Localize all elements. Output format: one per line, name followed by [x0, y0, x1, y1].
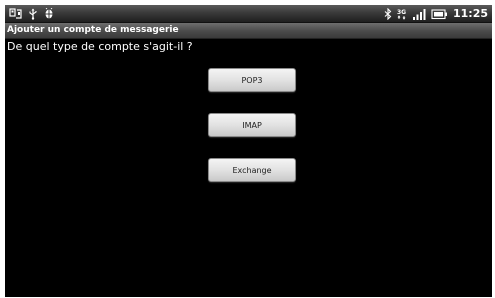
- 3g-signal-icon: 3G: [397, 8, 408, 20]
- system-icons: 3G 11:25: [384, 6, 488, 21]
- device-screen: 3G 11:25 Ajouter un compte de messagerie…: [5, 5, 492, 297]
- pop3-button[interactable]: POP3: [208, 68, 296, 92]
- signal-bars-icon: [412, 8, 426, 20]
- status-clock: 11:25: [452, 7, 488, 20]
- imap-button[interactable]: IMAP: [208, 113, 296, 137]
- svg-text:3G: 3G: [397, 9, 406, 16]
- page-title: Ajouter un compte de messagerie: [7, 25, 179, 35]
- android-debug-icon: [44, 7, 54, 20]
- battery-icon: [431, 8, 448, 20]
- account-type-question: De quel type de compte s'agit-il ?: [7, 40, 193, 53]
- usb-icon: [28, 8, 38, 20]
- notification-icons: [9, 6, 54, 21]
- bluetooth-icon: [384, 7, 392, 20]
- exchange-button[interactable]: Exchange: [208, 158, 296, 182]
- status-bar: 3G 11:25: [5, 5, 492, 23]
- usb-debug-icon: [9, 7, 22, 20]
- title-bar: Ajouter un compte de messagerie: [5, 23, 492, 39]
